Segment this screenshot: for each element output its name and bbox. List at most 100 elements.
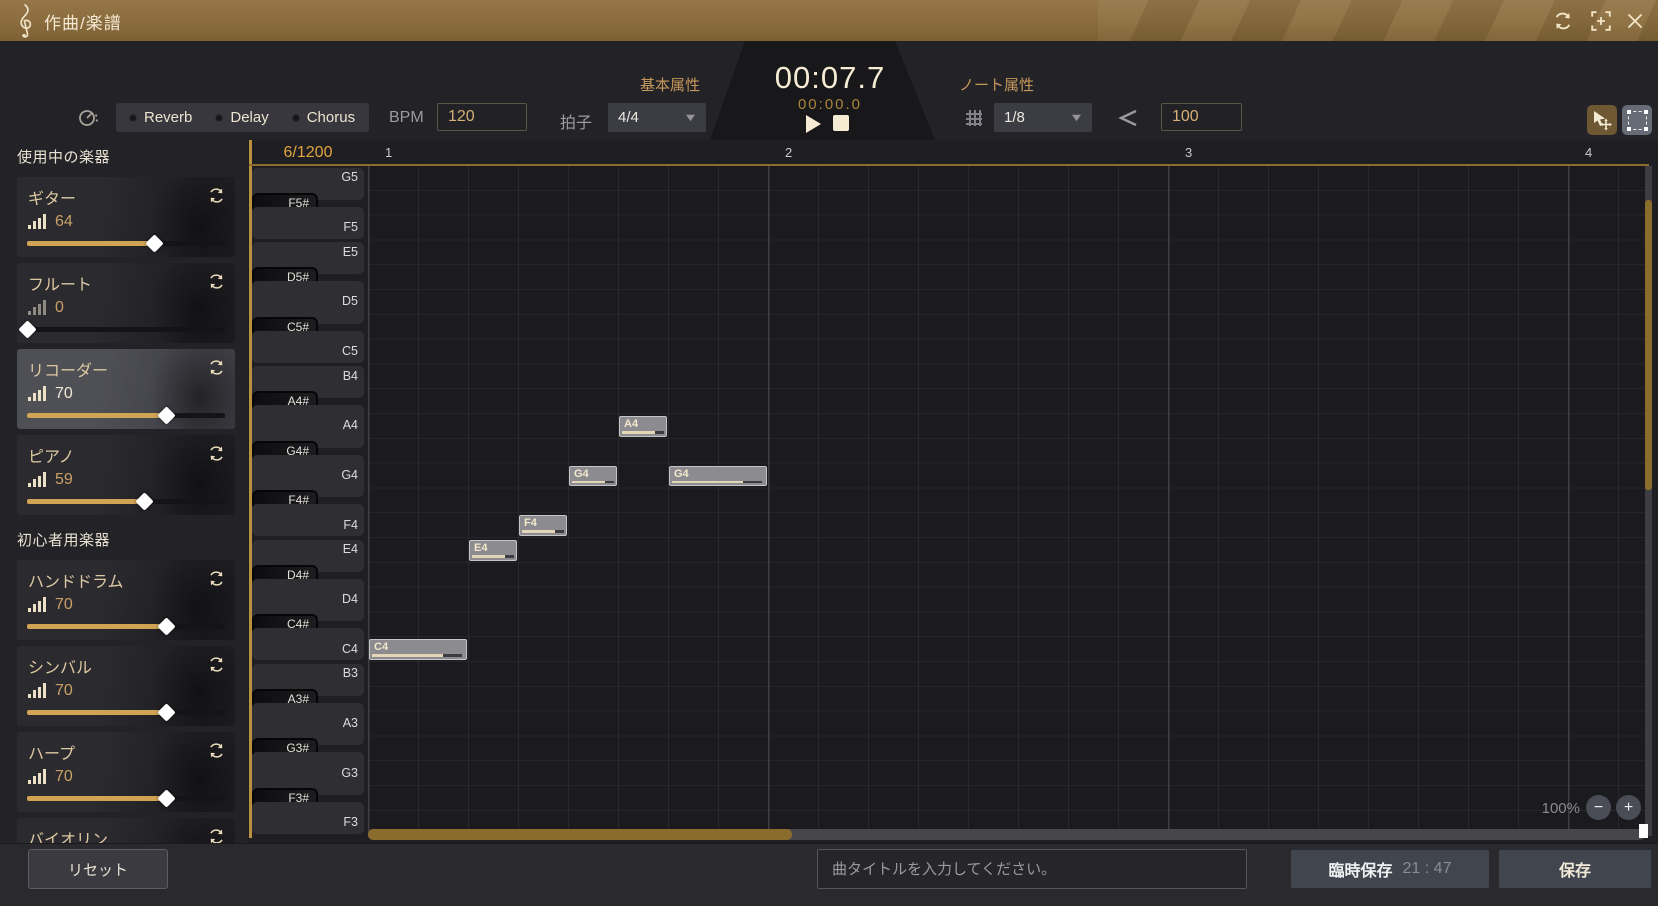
move-tool-button[interactable] <box>1587 105 1617 135</box>
time-signature-select[interactable]: 4/4 ▼ <box>608 103 706 132</box>
volume-slider[interactable] <box>27 492 225 511</box>
key-label-E4: E4 <box>342 542 358 557</box>
note-block-E4[interactable]: E4 <box>469 540 517 561</box>
measure-number: 2 <box>785 145 793 160</box>
volume-slider[interactable] <box>27 234 225 253</box>
sidebar-section-title: 使用中の楽器 <box>17 149 111 166</box>
key-label-C5: C5 <box>342 344 358 358</box>
key-label-G4: G4 <box>341 468 358 482</box>
marquee-icon <box>1626 109 1648 131</box>
reset-button[interactable]: リセット <box>28 849 168 889</box>
save-button[interactable]: 保存 <box>1498 849 1652 889</box>
key-label-G3: G3 <box>341 765 358 780</box>
note-duration-stub <box>604 480 615 484</box>
instrument-card[interactable]: シンバル 70 <box>17 646 235 726</box>
reload-instrument-icon[interactable] <box>207 186 226 205</box>
velocity-input[interactable] <box>1161 103 1242 131</box>
volume-value: 70 <box>55 768 73 785</box>
reload-instrument-icon[interactable] <box>207 655 226 674</box>
effects-group: Reverb Delay Chorus <box>116 103 370 132</box>
volume-bars-icon <box>28 472 46 487</box>
reload-instrument-icon[interactable] <box>207 569 226 588</box>
instrument-card[interactable]: リコーダー 70 <box>17 349 235 429</box>
volume-value: 59 <box>55 471 73 488</box>
window-refresh-button[interactable] <box>1550 8 1576 34</box>
volume-bars-icon <box>28 300 46 315</box>
note-duration-bar <box>522 530 557 533</box>
volume-slider[interactable] <box>27 789 225 808</box>
grid-snap-icon <box>966 110 982 126</box>
volume-slider[interactable] <box>18 320 225 339</box>
note-block-A4[interactable]: A4 <box>619 416 667 437</box>
bpm-input[interactable] <box>437 103 527 131</box>
volume-slider-thumb[interactable] <box>18 320 37 339</box>
instrument-name: リコーダー <box>28 363 109 380</box>
effects-knob-icon <box>79 110 98 126</box>
zoom-in-button[interactable]: + <box>1616 795 1641 820</box>
instrument-card[interactable]: フルート 0 <box>17 263 235 343</box>
instrument-card[interactable]: ギター 64 <box>17 177 235 257</box>
composer-window: 作曲/楽譜 Reverb Delay Chorus BPM 120 基本属性 拍… <box>0 0 1658 906</box>
zoom-out-button[interactable]: − <box>1586 795 1611 820</box>
effect-label: Delay <box>230 109 269 126</box>
volume-value: 70 <box>55 682 73 699</box>
instrument-name: シンバル <box>28 660 93 677</box>
reload-instrument-icon[interactable] <box>207 741 226 760</box>
effect-toggle-reverb[interactable]: Reverb <box>130 109 192 126</box>
window-capture-button[interactable] <box>1588 8 1614 34</box>
volume-bars-icon <box>28 683 46 698</box>
volume-slider[interactable] <box>27 703 225 722</box>
key-label-B3: B3 <box>342 666 358 681</box>
key-label-E5: E5 <box>342 244 358 259</box>
instrument-name: ハープ <box>28 746 76 763</box>
volume-slider[interactable] <box>27 406 225 425</box>
key-label-F4: F4 <box>343 517 358 532</box>
song-title-input[interactable] <box>817 849 1247 889</box>
horizontal-scrollbar-thumb[interactable] <box>368 829 792 840</box>
effect-toggle-chorus[interactable]: Chorus <box>292 109 355 126</box>
note-duration-stub <box>504 555 515 558</box>
play-button[interactable] <box>806 115 821 133</box>
treble-clef-icon <box>20 4 32 38</box>
volume-bars-icon <box>28 769 46 784</box>
note-duration-stub <box>654 431 665 434</box>
instrument-card[interactable]: ハンドドラム 70 <box>17 560 235 640</box>
instrument-name: ピアノ <box>28 449 75 466</box>
instrument-card[interactable]: バイオリン <box>17 818 235 843</box>
vertical-scrollbar[interactable] <box>1645 166 1652 836</box>
stop-button[interactable] <box>833 115 849 131</box>
basic-attributes-label: 基本属性 <box>640 77 701 94</box>
note-block-G4[interactable]: G4 <box>669 465 767 487</box>
temp-save-button[interactable]: 臨時保存 21 : 47 <box>1290 849 1490 889</box>
reload-instrument-icon[interactable] <box>207 444 226 463</box>
playback-time: 00:07.7 <box>774 60 886 95</box>
key-label-D4: D4 <box>342 592 358 606</box>
reload-instrument-icon[interactable] <box>207 272 226 291</box>
window-close-button[interactable] <box>1622 8 1648 34</box>
note-block-F4[interactable]: F4 <box>519 515 567 536</box>
key-label-A3: A3 <box>342 716 358 730</box>
instrument-card[interactable]: ハープ 70 <box>17 732 235 812</box>
note-duration-stub <box>442 654 463 657</box>
scrollbar-corner <box>1639 824 1648 838</box>
time-signature-label: 拍子 <box>560 115 593 132</box>
reload-instrument-icon[interactable] <box>207 827 226 843</box>
note-block-G4[interactable]: G4 <box>569 465 617 487</box>
note-grid[interactable]: C4 E4 F4 G4 A4 G4 <box>368 166 1648 836</box>
note-block-C4[interactable]: C4 <box>369 639 467 660</box>
horizontal-scrollbar[interactable] <box>368 829 1645 840</box>
volume-value: 70 <box>55 596 73 613</box>
volume-slider[interactable] <box>27 617 225 636</box>
reload-instrument-icon[interactable] <box>207 358 226 377</box>
note-duration-bar <box>672 480 744 484</box>
note-length-select[interactable]: 1/8 ▼ <box>994 103 1092 132</box>
marquee-select-tool-button[interactable] <box>1622 105 1652 135</box>
volume-value: 0 <box>55 299 64 316</box>
vertical-scrollbar-thumb[interactable] <box>1645 200 1652 490</box>
chevron-down-icon: ▼ <box>682 111 699 124</box>
instrument-card[interactable]: ピアノ 59 <box>17 435 235 515</box>
effect-indicator-dot <box>216 114 223 121</box>
volume-bars-icon <box>28 597 46 612</box>
effect-toggle-delay[interactable]: Delay <box>216 109 269 126</box>
playback-start-time: 00:00.0 <box>797 96 863 113</box>
